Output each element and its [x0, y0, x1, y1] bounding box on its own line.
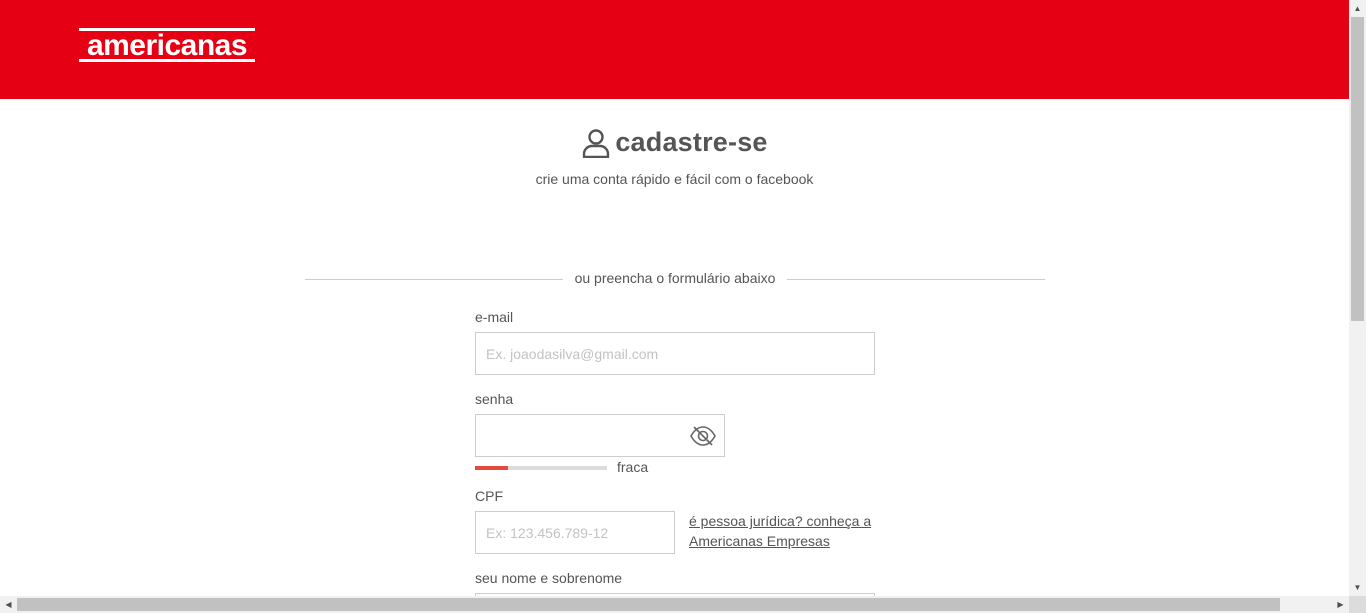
- cpf-field[interactable]: [475, 511, 675, 554]
- password-field[interactable]: [475, 414, 725, 457]
- password-strength-bar: [475, 466, 607, 470]
- facebook-signup-subtitle: crie uma conta rápido e fácil com o face…: [535, 171, 814, 187]
- user-icon: [583, 128, 610, 158]
- site-header: americanas: [0, 0, 1349, 99]
- divider-text: ou preencha o formulário abaixo: [574, 270, 776, 286]
- vertical-scroll-thumb[interactable]: [1351, 17, 1364, 321]
- email-label: e-mail: [475, 309, 514, 325]
- password-strength-fill: [475, 466, 508, 470]
- logo-text: americanas: [87, 29, 247, 62]
- horizontal-scroll-thumb[interactable]: [17, 598, 1280, 611]
- scroll-right-arrow-icon[interactable]: ▶: [1332, 596, 1349, 613]
- signup-content: cadastre-se crie uma conta rápido e fáci…: [0, 99, 1349, 596]
- americanas-empresas-link[interactable]: é pessoa jurídica? conheça a Americanas …: [689, 511, 889, 551]
- email-field[interactable]: [475, 332, 875, 375]
- name-label: seu nome e sobrenome: [475, 570, 623, 586]
- horizontal-scrollbar[interactable]: ◀ ▶: [0, 596, 1366, 613]
- americanas-logo[interactable]: americanas: [79, 28, 255, 64]
- scroll-up-arrow-icon[interactable]: ▲: [1349, 0, 1366, 17]
- vertical-scrollbar[interactable]: ▲ ▼: [1349, 0, 1366, 596]
- scrollbar-corner: [1349, 596, 1366, 613]
- eye-off-icon[interactable]: [689, 424, 717, 448]
- cpf-label: CPF: [475, 488, 503, 504]
- password-label: senha: [475, 391, 514, 407]
- page-title-row: cadastre-se: [0, 127, 1349, 158]
- password-strength-label: fraca: [617, 459, 649, 475]
- scroll-down-arrow-icon[interactable]: ▼: [1349, 579, 1366, 596]
- page-title: cadastre-se: [615, 127, 768, 157]
- scroll-left-arrow-icon[interactable]: ◀: [0, 596, 17, 613]
- form-divider: ou preencha o formulário abaixo: [305, 270, 1045, 288]
- divider-line-right: [787, 279, 1045, 280]
